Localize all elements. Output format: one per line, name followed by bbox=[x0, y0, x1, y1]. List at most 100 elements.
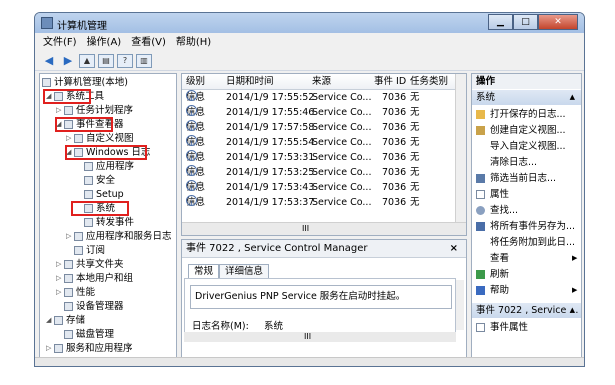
info-icon: i bbox=[186, 195, 197, 207]
folder-icon bbox=[74, 232, 83, 241]
table-row[interactable]: i 信息 2014/1/9 17:55:54 Service Co... 7036 无 bbox=[182, 135, 466, 150]
forward-arrow-icon[interactable]: ▶ bbox=[60, 54, 76, 68]
table-row[interactable]: i 信息 2014/1/9 17:53:31 Service Co... 7036 无 bbox=[182, 150, 466, 165]
tree-item-forwarded-events[interactable]: 转发事件 bbox=[84, 216, 134, 229]
tree-item-computer-management[interactable]: 计算机管理(本地) bbox=[42, 76, 128, 89]
event-message-box[interactable]: DriverGenius PNP Service 服务在启动时挂起。 bbox=[190, 285, 452, 309]
show-hide-tree-icon[interactable]: ▤ bbox=[98, 53, 114, 68]
tree-item-custom-views[interactable]: ▷ 自定义视图 bbox=[66, 132, 134, 145]
tree-item-shared-folders[interactable]: ▷ 共享文件夹 bbox=[56, 258, 124, 271]
tab-details[interactable]: 详细信息 bbox=[219, 264, 270, 279]
minimize-button[interactable]: ▁ bbox=[488, 14, 513, 30]
action-view[interactable]: 查看 ▶ bbox=[476, 251, 577, 266]
title-bar[interactable]: 计算机管理 ▁ □ ✕ bbox=[35, 13, 584, 33]
column-source[interactable]: 来源 bbox=[312, 74, 331, 89]
event-list-vertical-scrollbar[interactable] bbox=[455, 74, 466, 235]
action-refresh[interactable]: 刷新 bbox=[476, 267, 509, 282]
navigation-tree[interactable]: 计算机管理(本地) ◢ 系统工具 ▷ 任务计划程序 ◢ 事件查看器 ▷ 自定义视图 ◢ W… bbox=[39, 73, 177, 358]
menu-action[interactable]: 操作(A) bbox=[87, 35, 122, 51]
info-icon: i bbox=[186, 105, 197, 117]
detail-horizontal-scrollbar[interactable]: III bbox=[184, 332, 456, 342]
action-event-properties[interactable]: 事件属性 bbox=[476, 320, 528, 335]
tree-item-performance[interactable]: ▷ 性能 bbox=[56, 286, 95, 299]
table-row[interactable]: i 信息 2014/1/9 17:55:46 Service Co... 7036 无 bbox=[182, 105, 466, 120]
up-folder-icon[interactable]: ▲ bbox=[79, 53, 95, 68]
detail-vertical-scrollbar[interactable] bbox=[456, 280, 464, 330]
back-arrow-icon[interactable]: ◀ bbox=[41, 54, 57, 68]
highlight-system-log bbox=[71, 201, 129, 216]
folder-open-icon bbox=[476, 110, 485, 119]
tree-item-security[interactable]: 安全 bbox=[84, 174, 115, 187]
tree-item-app-service-logs[interactable]: ▷ 应用程序和服务日志 bbox=[66, 230, 172, 243]
table-row[interactable]: i 信息 2014/1/9 17:53:43 Service Co... 7036 无 bbox=[182, 180, 466, 195]
expand-arrow-icon[interactable]: ▷ bbox=[56, 104, 64, 117]
level-cell: i 信息 bbox=[186, 105, 205, 120]
table-row[interactable]: i 信息 2014/1/9 17:53:37 Service Co... 7036 无 bbox=[182, 195, 466, 210]
menu-file[interactable]: 文件(F) bbox=[43, 35, 77, 51]
task-category-cell: 无 bbox=[410, 167, 420, 178]
maximize-button[interactable]: □ bbox=[513, 14, 538, 30]
datetime-cell: 2014/1/9 17:53:25 bbox=[226, 167, 315, 178]
menu-help[interactable]: 帮助(H) bbox=[176, 35, 211, 51]
collapse-section-icon[interactable]: ▲ bbox=[570, 303, 575, 318]
expand-arrow-icon[interactable]: ▷ bbox=[46, 342, 54, 355]
expand-arrow-icon[interactable]: ▷ bbox=[56, 272, 64, 285]
datetime-cell: 2014/1/9 17:57:58 bbox=[226, 122, 315, 133]
info-icon: i bbox=[186, 135, 197, 147]
action-attach-task[interactable]: 将任务附加到此日... bbox=[476, 235, 575, 250]
action-open-saved-log[interactable]: 打开保存的日志... bbox=[476, 107, 566, 122]
actions-section-system[interactable]: 系统 ▲ bbox=[472, 90, 581, 105]
task-category-cell: 无 bbox=[410, 152, 420, 163]
action-properties[interactable]: 属性 bbox=[476, 187, 509, 202]
column-task-category[interactable]: 任务类别 bbox=[410, 74, 448, 89]
tab-general[interactable]: 常规 bbox=[188, 264, 220, 279]
status-bar bbox=[35, 357, 584, 366]
expand-arrow-icon[interactable]: ▷ bbox=[56, 286, 64, 299]
event-id-cell: 7036 bbox=[382, 167, 407, 178]
tree-item-disk-management[interactable]: 磁盘管理 bbox=[64, 328, 114, 341]
show-hide-action-pane-icon[interactable]: ▥ bbox=[136, 53, 152, 68]
tree-item-setup[interactable]: Setup bbox=[84, 188, 124, 201]
computer-icon bbox=[42, 78, 51, 87]
table-row[interactable]: i 信息 2014/1/9 17:55:52 Service Co... 7036 无 bbox=[182, 90, 466, 105]
blank-icon bbox=[476, 142, 485, 151]
table-row[interactable]: i 信息 2014/1/9 17:57:58 Service Co... 7036 无 bbox=[182, 120, 466, 135]
event-list[interactable]: 级别 日期和时间 来源 事件 ID 任务类别 i 信息 2014/1/9 17:55… bbox=[181, 73, 467, 236]
column-datetime[interactable]: 日期和时间 bbox=[226, 74, 274, 89]
tree-item-storage[interactable]: ◢ 存储 bbox=[46, 314, 85, 327]
expand-arrow-icon[interactable]: ▷ bbox=[66, 132, 74, 145]
column-level[interactable]: 级别 bbox=[186, 74, 205, 89]
tree-item-local-users-groups[interactable]: ▷ 本地用户和组 bbox=[56, 272, 133, 285]
tree-item-task-scheduler[interactable]: ▷ 任务计划程序 bbox=[56, 104, 133, 117]
scroll-grip: III bbox=[302, 224, 310, 233]
column-event-id[interactable]: 事件 ID bbox=[374, 74, 406, 89]
expand-arrow-icon[interactable]: ▷ bbox=[56, 258, 64, 271]
action-import-custom-view[interactable]: 导入自定义视图... bbox=[476, 139, 566, 154]
action-help[interactable]: 帮助 ▶ bbox=[476, 283, 577, 298]
menu-view[interactable]: 查看(V) bbox=[131, 35, 166, 51]
close-button[interactable]: ✕ bbox=[538, 14, 578, 30]
close-detail-icon[interactable]: × bbox=[450, 240, 458, 257]
window-controls: ▁ □ ✕ bbox=[488, 14, 578, 31]
action-create-custom-view[interactable]: 创建自定义视图... bbox=[476, 123, 566, 138]
tree-item-services-apps[interactable]: ▷ 服务和应用程序 bbox=[46, 342, 133, 355]
tree-item-application[interactable]: 应用程序 bbox=[84, 160, 134, 173]
action-clear-log[interactable]: 清除日志... bbox=[476, 155, 537, 170]
help-icon[interactable]: ? bbox=[117, 53, 133, 68]
actions-section-event[interactable]: 事件 7022 , Service ... ▲ bbox=[472, 303, 581, 318]
event-detail-header: 事件 7022 , Service Control Manager × bbox=[182, 240, 466, 258]
tree-item-device-manager[interactable]: 设备管理器 bbox=[64, 300, 124, 313]
level-cell: i 信息 bbox=[186, 90, 205, 105]
action-save-all-events[interactable]: 将所有事件另存为... bbox=[476, 219, 575, 234]
event-list-horizontal-scrollbar[interactable]: III bbox=[182, 222, 466, 235]
action-find[interactable]: 查找... bbox=[476, 203, 518, 218]
level-cell: i 信息 bbox=[186, 195, 205, 210]
tree-item-subscriptions[interactable]: 订阅 bbox=[74, 244, 105, 257]
collapse-section-icon[interactable]: ▲ bbox=[570, 90, 575, 105]
collapse-arrow-icon[interactable]: ◢ bbox=[46, 314, 54, 327]
action-filter-current-log[interactable]: 筛选当前日志... bbox=[476, 171, 556, 186]
datetime-cell: 2014/1/9 17:55:52 bbox=[226, 92, 315, 103]
table-row[interactable]: i 信息 2014/1/9 17:53:25 Service Co... 7036 无 bbox=[182, 165, 466, 180]
log-icon bbox=[84, 190, 93, 199]
expand-arrow-icon[interactable]: ▷ bbox=[66, 230, 74, 243]
